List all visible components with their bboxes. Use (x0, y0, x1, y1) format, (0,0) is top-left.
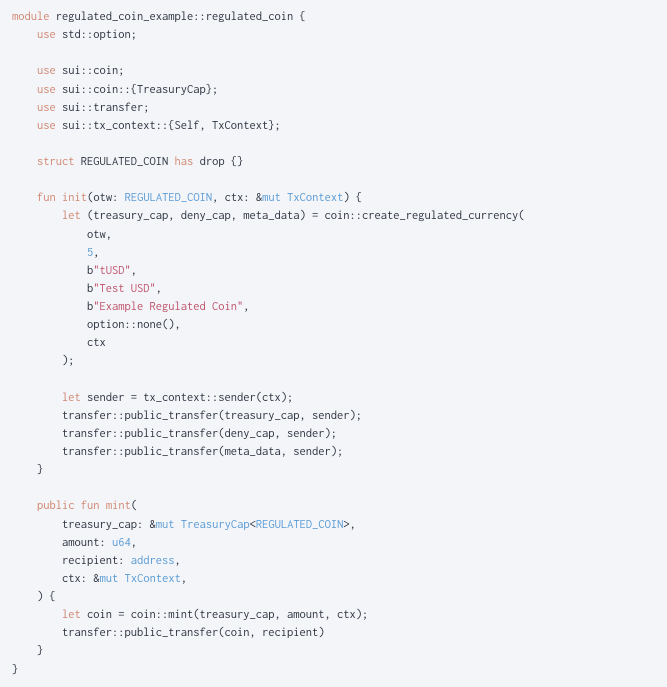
code-text: drop {} (193, 155, 243, 168)
code-text: sui::coin::{TreasuryCap}; (56, 83, 219, 96)
code-text: , (243, 300, 249, 313)
code-text: amount: (62, 536, 112, 549)
code-text: std::option; (56, 28, 137, 41)
code-text: ctx: & (62, 572, 100, 585)
type: TxContext (125, 572, 181, 585)
code-text: , (131, 536, 137, 549)
code-text: otw, (87, 228, 112, 241)
kw-fun: fun (37, 191, 56, 204)
code-text: , (156, 282, 162, 295)
code-text: transfer::public_transfer(treasury_cap, … (62, 409, 362, 422)
kw-fun: fun (81, 499, 100, 512)
code-text: recipient: (62, 554, 131, 567)
kw-use: use (37, 64, 56, 77)
code-text: transfer::public_transfer(deny_cap, send… (62, 427, 337, 440)
kw-let: let (62, 608, 81, 621)
string-literal: "Test USD" (93, 282, 156, 295)
type: REGULATED_COIN (125, 191, 213, 204)
code-text: sui::transfer; (56, 101, 150, 114)
code-text: } (12, 663, 18, 676)
code-text: option::none(), (87, 318, 181, 331)
kw-use: use (37, 101, 56, 114)
kw-mut: mut (262, 191, 281, 204)
code-text: ( (131, 499, 137, 512)
code-text: , (93, 246, 99, 259)
code-text: transfer::public_transfer(meta_data, sen… (62, 445, 343, 458)
code-text: } (37, 463, 43, 476)
kw-mut: mut (100, 572, 119, 585)
code-text: sender = tx_context::sender(ctx); (81, 391, 294, 404)
kw-let: let (62, 391, 81, 404)
code-text: (treasury_cap, deny_cap, meta_data) = co… (81, 209, 525, 222)
code-text: ); (62, 354, 75, 367)
string-literal: "tUSD" (93, 264, 131, 277)
code-text: , (175, 554, 181, 567)
code-text: ctx (87, 336, 106, 349)
kw-struct: struct (37, 155, 75, 168)
code-text: regulated_coin_example::regulated_coin { (50, 10, 306, 23)
string-literal: "Example Regulated Coin" (93, 300, 243, 313)
type: TxContext (287, 191, 343, 204)
type: u64 (112, 536, 131, 549)
code-text: sui::tx_context::{Self, TxContext}; (56, 119, 281, 132)
code-text: , (131, 264, 137, 277)
code-text: } (37, 644, 43, 657)
fn-init: init (62, 191, 87, 204)
kw-module: module (12, 10, 50, 23)
type: address (131, 554, 175, 567)
type: TreasuryCap (181, 518, 250, 531)
code-text: , (181, 572, 187, 585)
type: REGULATED_COIN (256, 518, 344, 531)
code-text: (otw: (87, 191, 125, 204)
kw-mut: mut (156, 518, 175, 531)
kw-public: public (37, 499, 75, 512)
code-text: transfer::public_transfer(coin, recipien… (62, 626, 325, 639)
kw-has: has (175, 155, 194, 168)
code-text: treasury_cap: & (62, 518, 156, 531)
code-text: REGULATED_COIN (75, 155, 175, 168)
code-text: ) { (343, 191, 362, 204)
code-text: sui::coin; (56, 64, 125, 77)
kw-use: use (37, 28, 56, 41)
code-block: module regulated_coin_example::regulated… (12, 8, 655, 679)
kw-let: let (62, 209, 81, 222)
kw-use: use (37, 119, 56, 132)
code-text: ) { (37, 590, 56, 603)
fn-mint: mint (106, 499, 131, 512)
code-text: >, (343, 518, 356, 531)
code-text: coin = coin::mint(treasury_cap, amount, … (81, 608, 369, 621)
kw-use: use (37, 83, 56, 96)
code-text: , ctx: & (212, 191, 262, 204)
